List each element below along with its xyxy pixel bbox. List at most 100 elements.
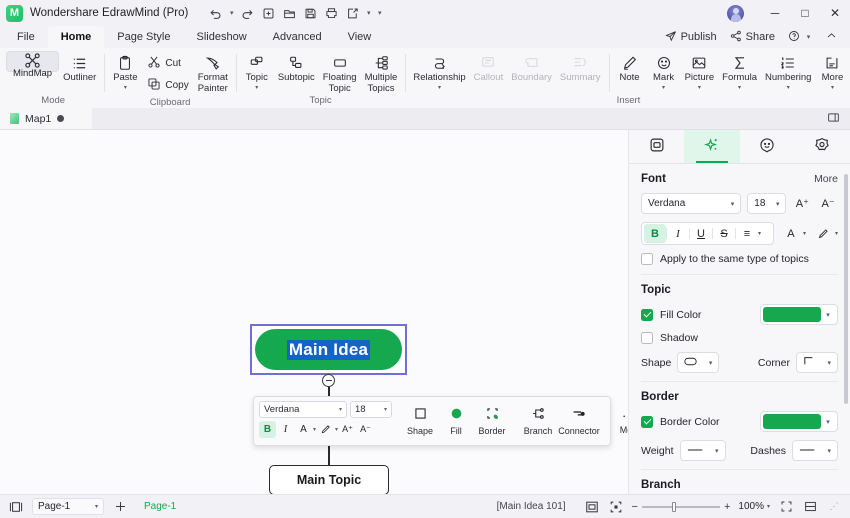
zoom-value[interactable]: 100% bbox=[738, 501, 764, 512]
topic-node-1[interactable]: Main Topic bbox=[269, 465, 389, 494]
zoom-in-button[interactable]: + bbox=[724, 501, 730, 513]
current-page-label[interactable]: Page-1 bbox=[136, 501, 184, 512]
floating-branch-button[interactable]: Branch bbox=[520, 401, 556, 441]
collapse-ribbon-button[interactable] bbox=[821, 30, 842, 44]
relationship-dropdown-icon[interactable]: ▾ bbox=[438, 85, 441, 92]
dashes-select[interactable]: ▾ bbox=[792, 440, 838, 461]
floating-topic-button[interactable]: Floating Topic bbox=[319, 51, 361, 94]
chevron-down-icon[interactable]: ▾ bbox=[767, 503, 770, 510]
decrease-font-size-button[interactable]: A⁻ bbox=[818, 193, 838, 214]
mindmap-canvas[interactable]: Main Idea Main Topic Main Topic bbox=[0, 130, 628, 494]
zoom-slider[interactable]: − + bbox=[632, 501, 731, 513]
topic-node-1-text[interactable]: Main Topic bbox=[297, 473, 361, 487]
chevron-down-icon[interactable]: ▾ bbox=[803, 230, 806, 237]
panel-scrollbar[interactable] bbox=[844, 174, 848, 404]
page-panel-toggle-icon[interactable] bbox=[8, 499, 24, 515]
floating-increase-font-button[interactable]: A⁺ bbox=[339, 421, 356, 438]
underline-button[interactable]: U bbox=[690, 224, 712, 243]
floating-decrease-font-button[interactable]: A⁻ bbox=[357, 421, 374, 438]
font-size-select[interactable]: 18 ▾ bbox=[747, 193, 787, 214]
toggle-panel-icon[interactable] bbox=[827, 111, 840, 127]
layout-tab[interactable] bbox=[629, 130, 684, 163]
increase-font-size-button[interactable]: A⁺ bbox=[792, 193, 812, 214]
floating-shape-button[interactable]: Shape bbox=[402, 401, 438, 441]
add-page-button[interactable] bbox=[112, 499, 128, 515]
main-idea-text[interactable]: Main Idea bbox=[286, 339, 371, 360]
corner-select[interactable]: ▾ bbox=[796, 352, 838, 373]
save-icon[interactable] bbox=[301, 4, 320, 23]
help-button[interactable]: ▾ bbox=[783, 30, 818, 45]
floating-connector-button[interactable]: Connector bbox=[556, 401, 602, 441]
floating-font-color-button[interactable]: A bbox=[295, 421, 312, 438]
fit-page-icon[interactable] bbox=[584, 499, 600, 515]
picture-dropdown-icon[interactable]: ▾ bbox=[698, 85, 701, 92]
more-insert-button[interactable]: More ▾ bbox=[815, 51, 849, 92]
split-view-icon[interactable] bbox=[802, 499, 818, 515]
callout-button[interactable]: Callout bbox=[470, 51, 508, 84]
more-insert-dropdown-icon[interactable]: ▾ bbox=[831, 85, 834, 92]
floating-italic-button[interactable]: I bbox=[277, 421, 294, 438]
outliner-button[interactable]: Outliner bbox=[59, 51, 100, 84]
paste-dropdown-icon[interactable]: ▾ bbox=[124, 85, 127, 92]
chevron-down-icon[interactable]: ▾ bbox=[835, 230, 838, 237]
shadow-row[interactable]: Shadow bbox=[641, 332, 838, 344]
strikethrough-button[interactable]: S bbox=[713, 224, 735, 243]
floating-more-button[interactable]: ··· More bbox=[612, 401, 628, 441]
export-icon[interactable] bbox=[343, 4, 362, 23]
menu-item-page-style[interactable]: Page Style bbox=[104, 26, 183, 48]
zoom-out-button[interactable]: − bbox=[632, 501, 638, 513]
chevron-down-icon[interactable]: ▾ bbox=[758, 230, 761, 237]
chevron-down-icon[interactable]: ▾ bbox=[375, 9, 384, 17]
cut-button[interactable]: Cut bbox=[142, 53, 193, 74]
apply-same-type-row[interactable]: Apply to the same type of topics bbox=[641, 253, 838, 265]
font-more-link[interactable]: More bbox=[814, 173, 838, 185]
font-family-select[interactable]: Verdana ▾ bbox=[641, 193, 742, 214]
picture-button[interactable]: Picture ▾ bbox=[681, 51, 719, 92]
focus-mode-icon[interactable] bbox=[608, 499, 624, 515]
maximize-button[interactable]: □ bbox=[790, 0, 820, 26]
style-tab[interactable] bbox=[684, 130, 740, 163]
topic-button[interactable]: Topic ▾ bbox=[240, 51, 274, 92]
undo-icon[interactable] bbox=[206, 4, 225, 23]
relationship-button[interactable]: Relationship ▾ bbox=[409, 51, 469, 92]
numbering-dropdown-icon[interactable]: ▾ bbox=[787, 85, 790, 92]
shadow-checkbox[interactable] bbox=[641, 332, 653, 344]
border-color-picker[interactable]: ▾ bbox=[760, 411, 838, 432]
zoom-thumb[interactable] bbox=[671, 501, 676, 512]
open-folder-icon[interactable] bbox=[280, 4, 299, 23]
mark-button[interactable]: Mark ▾ bbox=[647, 51, 681, 92]
subtopic-button[interactable]: Subtopic bbox=[274, 51, 319, 84]
italic-button[interactable]: I bbox=[667, 224, 689, 243]
menu-item-home[interactable]: Home bbox=[47, 26, 105, 48]
menu-item-file[interactable]: File bbox=[4, 26, 48, 48]
format-painter-button[interactable]: Format Painter bbox=[194, 51, 232, 94]
menu-item-advanced[interactable]: Advanced bbox=[260, 26, 335, 48]
floating-highlight-button[interactable] bbox=[317, 421, 334, 438]
summary-button[interactable]: Summary bbox=[556, 51, 605, 84]
formula-button[interactable]: Formula ▾ bbox=[718, 51, 761, 92]
mark-dropdown-icon[interactable]: ▾ bbox=[662, 85, 665, 92]
minimize-button[interactable]: ─ bbox=[760, 0, 790, 26]
text-highlight-button[interactable] bbox=[812, 223, 834, 244]
floating-fill-button[interactable]: Fill bbox=[438, 401, 474, 441]
export-dropdown-icon[interactable]: ▾ bbox=[364, 9, 373, 17]
fit-to-screen-icon[interactable] bbox=[778, 499, 794, 515]
menu-item-slideshow[interactable]: Slideshow bbox=[184, 26, 260, 48]
chevron-down-icon[interactable]: ▾ bbox=[313, 426, 316, 433]
numbering-button[interactable]: Numbering ▾ bbox=[761, 51, 815, 92]
help-dropdown-icon[interactable]: ▾ bbox=[804, 33, 813, 41]
fill-color-picker[interactable]: ▾ bbox=[760, 304, 838, 325]
avatar[interactable] bbox=[727, 4, 744, 22]
copy-button[interactable]: Copy bbox=[142, 75, 193, 96]
resize-grip-icon[interactable]: ⋰ bbox=[826, 499, 842, 515]
note-button[interactable]: Note bbox=[613, 51, 647, 84]
print-icon[interactable] bbox=[322, 4, 341, 23]
topic-dropdown-icon[interactable]: ▾ bbox=[255, 85, 258, 92]
new-file-icon[interactable] bbox=[259, 4, 278, 23]
main-idea-node[interactable]: Main Idea bbox=[250, 324, 407, 375]
publish-button[interactable]: Publish bbox=[660, 30, 722, 45]
main-idea-shape[interactable]: Main Idea bbox=[255, 329, 402, 370]
weight-select[interactable]: ▾ bbox=[679, 440, 726, 461]
collapse-toggle-icon[interactable] bbox=[322, 374, 335, 387]
mindmap-button[interactable]: MindMap bbox=[6, 51, 60, 79]
